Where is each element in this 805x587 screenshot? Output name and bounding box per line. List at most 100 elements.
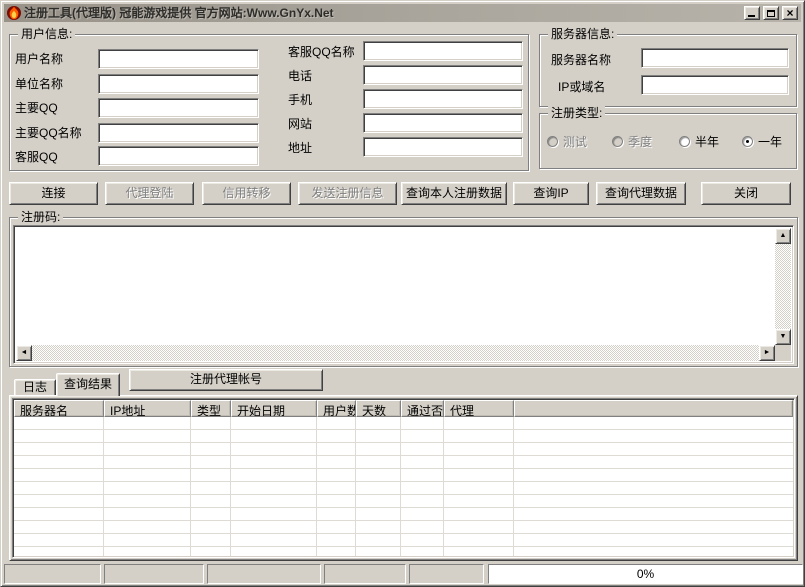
- service-qq-name-input[interactable]: [363, 41, 523, 61]
- server-name-label: 服务器名称: [551, 53, 611, 67]
- service-qq-label: 客服QQ: [15, 150, 58, 164]
- radio-one-year-label: 一年: [758, 133, 782, 150]
- grid-col: [401, 417, 444, 556]
- col-ip-address[interactable]: IP地址: [104, 400, 191, 417]
- query-own-reg-data-button[interactable]: 查询本人注册数据: [401, 182, 507, 205]
- col-server-name[interactable]: 服务器名: [14, 400, 104, 417]
- scroll-down-button[interactable]: ▼: [775, 329, 791, 345]
- status-panel-5: [409, 564, 484, 584]
- radio-one-year-icon: [742, 136, 753, 147]
- reg-code-box: ▲ ▼ ◄ ►: [13, 225, 794, 364]
- radio-half-year-label: 半年: [695, 133, 719, 150]
- scroll-down-icon: ▼: [780, 333, 787, 340]
- maximize-button[interactable]: [763, 6, 779, 20]
- close-icon: ×: [786, 8, 793, 18]
- status-panel-3: [207, 564, 321, 584]
- grid-col: [14, 417, 104, 556]
- credit-transfer-button: 信用转移: [202, 182, 291, 205]
- reg-code-textarea[interactable]: [16, 228, 775, 345]
- tab-query-results[interactable]: 查询结果: [56, 373, 120, 396]
- grid-col: [514, 417, 793, 556]
- reg-code-group: 注册码: ▲ ▼ ◄ ►: [9, 217, 798, 367]
- title-bar: 注册工具(代理版) 冠能游戏提供 官方网站:Www.GnYx.Net ×: [4, 4, 801, 22]
- unit-name-input[interactable]: [98, 74, 259, 94]
- window-title: 注册工具(代理版) 冠能游戏提供 官方网站:Www.GnYx.Net: [24, 5, 741, 21]
- radio-test-label: 测试: [563, 133, 587, 150]
- grid-col: [104, 417, 191, 556]
- main-qq-input[interactable]: [98, 98, 259, 118]
- user-info-group-title: 用户信息:: [18, 27, 75, 41]
- radio-quarter-icon: [612, 136, 623, 147]
- radio-test-icon: [547, 136, 558, 147]
- ip-or-domain-input[interactable]: [641, 75, 789, 95]
- status-panel-1: [4, 564, 101, 584]
- server-info-group-title: 服务器信息:: [548, 27, 617, 41]
- minimize-icon: [748, 15, 755, 17]
- maximize-icon: [767, 10, 775, 17]
- app-flame-icon: [7, 6, 21, 20]
- col-start-date[interactable]: 开始日期: [231, 400, 317, 417]
- grid-col: [231, 417, 317, 556]
- phone-label: 电话: [288, 69, 312, 83]
- username-input[interactable]: [98, 49, 259, 69]
- connect-button[interactable]: 连接: [9, 182, 98, 205]
- tab-content-panel: 服务器名 IP地址 类型 开始日期 用户数 天数 通过否 代理: [9, 395, 798, 561]
- address-input[interactable]: [363, 137, 523, 157]
- col-type[interactable]: 类型: [191, 400, 231, 417]
- radio-one-year[interactable]: 一年: [742, 135, 782, 148]
- minimize-button[interactable]: [744, 6, 760, 20]
- service-qq-name-label: 客服QQ名称: [288, 45, 355, 59]
- close-button[interactable]: ×: [782, 6, 798, 20]
- send-reg-info-button: 发送注册信息: [298, 182, 397, 205]
- radio-half-year[interactable]: 半年: [679, 135, 719, 148]
- mobile-label: 手机: [288, 93, 312, 107]
- horizontal-scrollbar[interactable]: ◄ ►: [16, 345, 775, 361]
- scroll-left-button[interactable]: ◄: [16, 345, 32, 361]
- status-panel-4: [324, 564, 406, 584]
- grid-col: [317, 417, 356, 556]
- mobile-input[interactable]: [363, 89, 523, 109]
- query-agent-data-button[interactable]: 查询代理数据: [596, 182, 686, 205]
- results-table-body: [14, 417, 793, 556]
- progress-bar: 0%: [488, 564, 803, 584]
- main-qq-name-input[interactable]: [98, 123, 259, 143]
- app-window: 注册工具(代理版) 冠能游戏提供 官方网站:Www.GnYx.Net × 用户信…: [0, 0, 805, 587]
- server-name-input[interactable]: [641, 48, 789, 68]
- vertical-scrollbar[interactable]: ▲ ▼: [775, 228, 791, 345]
- phone-input[interactable]: [363, 65, 523, 85]
- scroll-up-icon: ▲: [780, 232, 787, 239]
- close-app-button[interactable]: 关闭: [701, 182, 791, 205]
- status-panel-2: [104, 564, 204, 584]
- website-label: 网站: [288, 117, 312, 131]
- ip-or-domain-label: IP或域名: [558, 80, 605, 94]
- grid-col: [444, 417, 514, 556]
- results-table-header: 服务器名 IP地址 类型 开始日期 用户数 天数 通过否 代理: [14, 400, 793, 417]
- results-table[interactable]: 服务器名 IP地址 类型 开始日期 用户数 天数 通过否 代理: [12, 398, 795, 558]
- radio-half-year-icon: [679, 136, 690, 147]
- query-ip-button[interactable]: 查询IP: [513, 182, 589, 205]
- reg-type-group-title: 注册类型:: [548, 106, 605, 120]
- reg-code-group-title: 注册码:: [18, 210, 63, 224]
- tab-log[interactable]: 日志: [14, 379, 56, 395]
- radio-quarter-label: 季度: [628, 133, 652, 150]
- col-days[interactable]: 天数: [356, 400, 401, 417]
- scrollbar-corner: [775, 345, 791, 361]
- website-input[interactable]: [363, 113, 523, 133]
- register-agent-account-button[interactable]: 注册代理帐号: [129, 369, 323, 391]
- grid-col: [356, 417, 401, 556]
- server-info-group: 服务器信息:: [539, 34, 797, 107]
- username-label: 用户名称: [15, 52, 63, 66]
- col-passed[interactable]: 通过否: [401, 400, 444, 417]
- scroll-up-button[interactable]: ▲: [775, 228, 791, 244]
- scroll-right-button[interactable]: ►: [759, 345, 775, 361]
- scroll-right-icon: ►: [764, 349, 771, 356]
- col-user-count[interactable]: 用户数: [317, 400, 356, 417]
- grid-col: [191, 417, 231, 556]
- service-qq-input[interactable]: [98, 146, 259, 166]
- unit-name-label: 单位名称: [15, 77, 63, 91]
- address-label: 地址: [288, 141, 312, 155]
- col-agent[interactable]: 代理: [444, 400, 514, 417]
- main-qq-label: 主要QQ: [15, 101, 58, 115]
- col-filler: [514, 400, 793, 417]
- scroll-left-icon: ◄: [21, 349, 28, 356]
